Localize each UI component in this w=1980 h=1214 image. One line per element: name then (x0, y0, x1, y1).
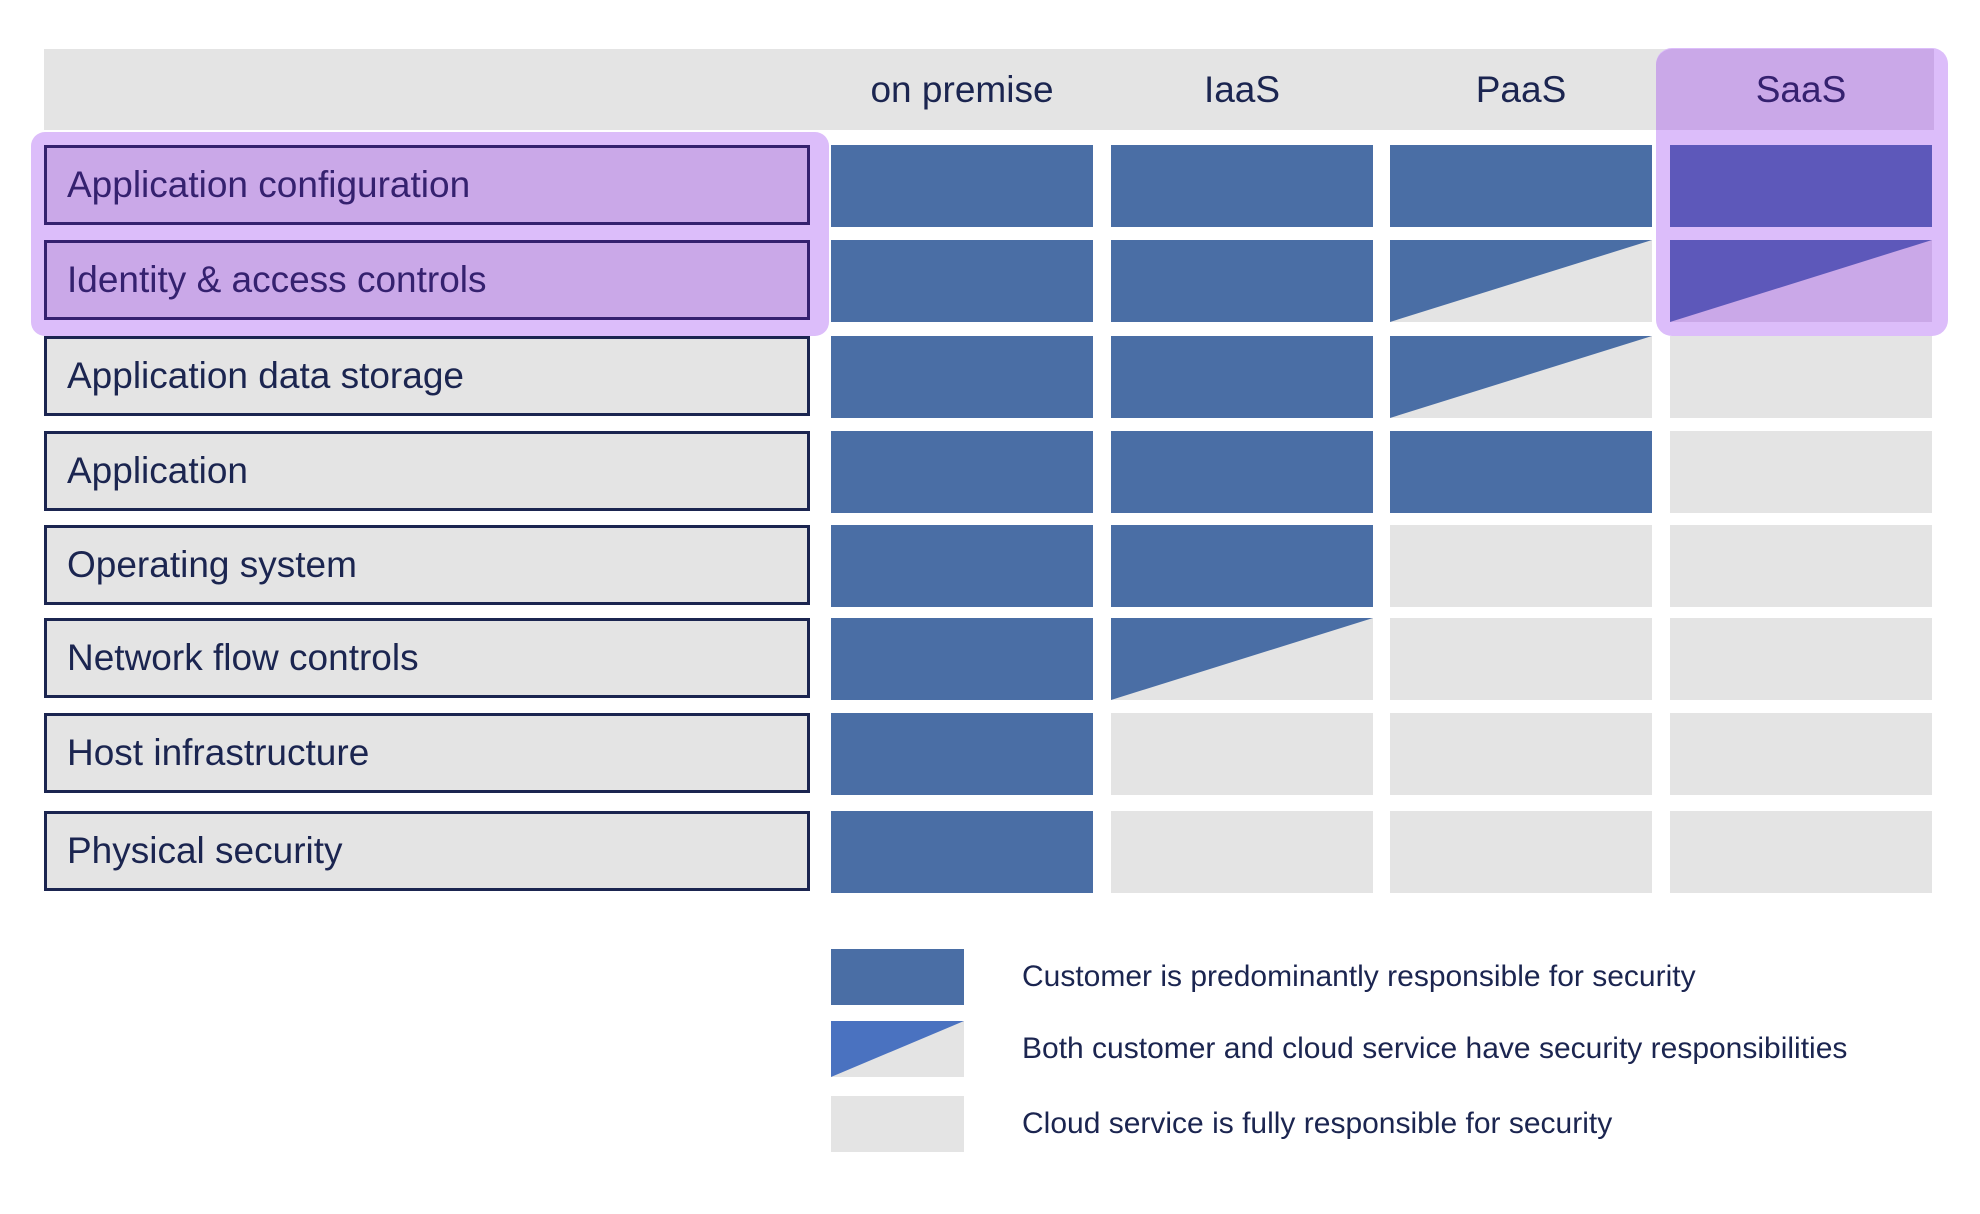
cell-cloud (1111, 713, 1373, 795)
cell-customer (831, 811, 1093, 893)
cell-shared (1111, 618, 1373, 700)
legend-swatch-shared (831, 1021, 964, 1077)
legend-swatch-customer (831, 949, 964, 1005)
legend-text-shared: Both customer and cloud service have sec… (1022, 1032, 1848, 1065)
cell-cloud (1111, 811, 1373, 893)
legend-text-cloud: Cloud service is fully responsible for s… (1022, 1107, 1613, 1140)
column-header-saas: SaaS (1755, 69, 1847, 110)
cell-shared (1390, 336, 1652, 418)
column-header-on-premise: on premise (870, 69, 1054, 110)
cell-customer (1111, 525, 1373, 607)
cell-cloud (1670, 618, 1932, 700)
cell-shared (1390, 240, 1652, 322)
cell-customer (1390, 431, 1652, 513)
row-label: Host infrastructure (44, 713, 810, 793)
cell-shared (1670, 240, 1932, 322)
cell-customer (1111, 431, 1373, 513)
row-label: Physical security (44, 811, 810, 891)
cell-cloud (1390, 713, 1652, 795)
column-header-paas: PaaS (1475, 69, 1567, 110)
cell-customer (831, 431, 1093, 513)
cell-customer (831, 618, 1093, 700)
cell-customer (831, 713, 1093, 795)
legend-text-customer: Customer is predominantly responsible fo… (1022, 960, 1696, 993)
cell-customer (831, 336, 1093, 418)
cell-cloud (1390, 811, 1652, 893)
cell-customer (1111, 336, 1373, 418)
cell-customer (831, 240, 1093, 322)
cell-cloud (1670, 811, 1932, 893)
row-label: Operating system (44, 525, 810, 605)
row-label: Identity & access controls (44, 240, 810, 320)
row-label: Application (44, 431, 810, 511)
row-label: Network flow controls (44, 618, 810, 698)
column-header-iaas: IaaS (1203, 69, 1281, 110)
cell-customer (1111, 240, 1373, 322)
row-label: Application data storage (44, 336, 810, 416)
cell-cloud (1390, 618, 1652, 700)
cell-cloud (1670, 431, 1932, 513)
legend-swatch-cloud (831, 1096, 964, 1152)
cell-customer (1390, 145, 1652, 227)
cell-customer (1111, 145, 1373, 227)
cell-cloud (1670, 336, 1932, 418)
cell-cloud (1670, 525, 1932, 607)
cell-customer (1670, 145, 1932, 227)
cell-cloud (1670, 713, 1932, 795)
cell-customer (831, 145, 1093, 227)
row-label: Application configuration (44, 145, 810, 225)
cell-customer (831, 525, 1093, 607)
cell-cloud (1390, 525, 1652, 607)
